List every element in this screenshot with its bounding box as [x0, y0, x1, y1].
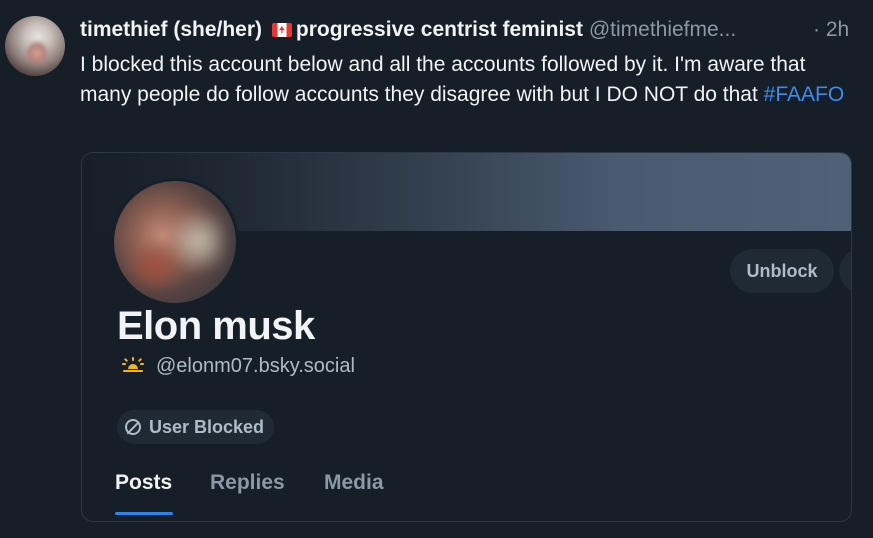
tab-media[interactable]: Media	[324, 471, 384, 509]
profile-tabs: Posts Replies Media	[82, 463, 851, 521]
post-text: I blocked this account below and all the…	[80, 53, 806, 106]
timestamp-value: 2h	[825, 18, 850, 41]
profile-handle[interactable]: @elonm07.bsky.social	[156, 355, 355, 377]
timestamp-separator: ·	[813, 18, 820, 41]
author-avatar[interactable]	[5, 16, 65, 76]
profile-name: Elon musk	[117, 304, 315, 348]
unblock-button[interactable]: Unblock	[730, 249, 834, 293]
sunrise-icon	[120, 356, 146, 374]
author-handle[interactable]: @timethiefme...	[589, 18, 736, 41]
user-blocked-badge: User Blocked	[117, 410, 275, 444]
post-body: I blocked this account below and all the…	[80, 50, 850, 110]
blocked-icon	[125, 419, 141, 435]
author-bio-tag[interactable]: progressive centrist feminist	[296, 18, 583, 41]
profile-handle-line: @elonm07.bsky.social	[120, 355, 355, 378]
tab-posts[interactable]: Posts	[115, 471, 172, 509]
embedded-profile-card[interactable]: Unblock Elon musk @elonm07.bsky.social U…	[81, 152, 852, 522]
post: timethief (she/her) progressive centrist…	[0, 0, 873, 538]
tab-replies[interactable]: Replies	[210, 471, 285, 509]
hashtag-link[interactable]: #FAAFO	[764, 83, 845, 106]
profile-avatar[interactable]	[111, 178, 239, 306]
blocked-badge-label: User Blocked	[149, 416, 265, 437]
author-display-name[interactable]: timethief (she/her)	[80, 18, 262, 41]
active-tab-indicator	[115, 512, 173, 515]
canada-flag-icon	[271, 23, 292, 37]
post-header: timethief (she/her) progressive centrist…	[80, 16, 849, 44]
more-options-button[interactable]	[839, 249, 851, 293]
post-timestamp[interactable]: · 2h	[813, 16, 849, 44]
